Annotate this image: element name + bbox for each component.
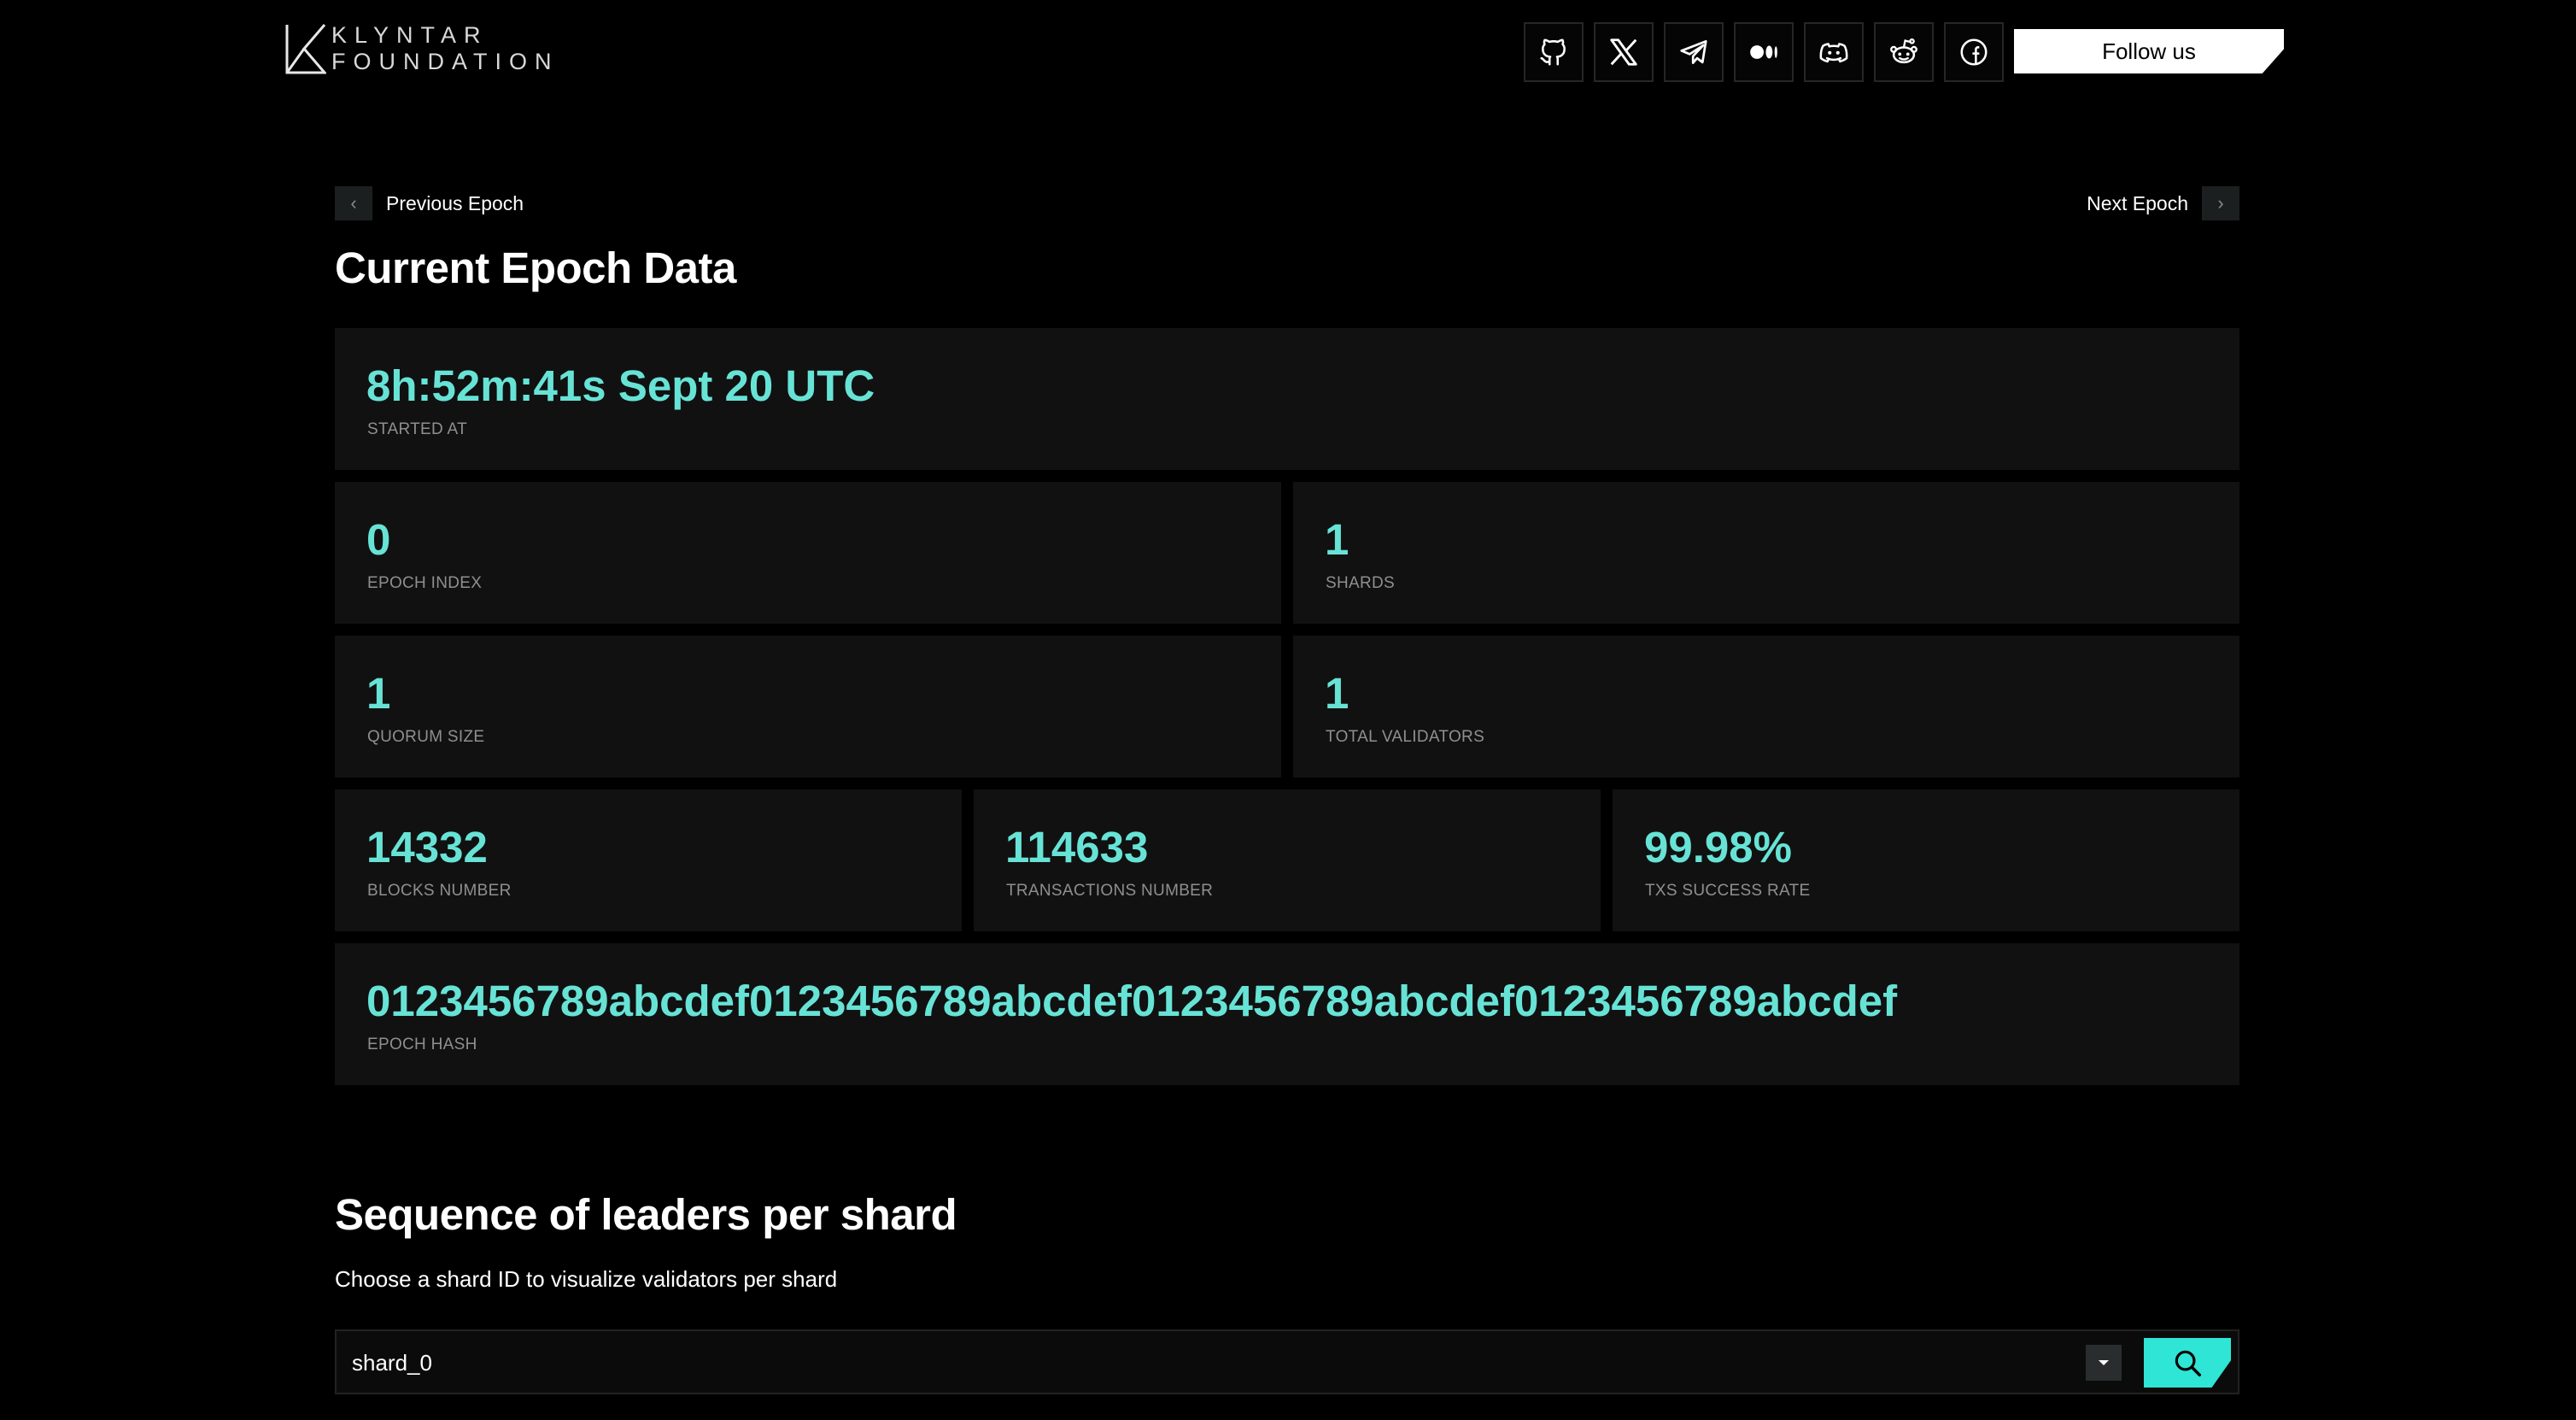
shards-label: SHARDS xyxy=(1326,574,1395,592)
logo-text: KLYNTAR FOUNDATION xyxy=(331,22,559,75)
social-links xyxy=(1524,22,2004,82)
chevron-left-icon: ‹ xyxy=(335,186,372,220)
started-at-card: 8h:52m:41s Sept 20 UTC STARTED AT xyxy=(335,328,2239,470)
search-button[interactable] xyxy=(2144,1338,2231,1388)
previous-epoch-link[interactable]: ‹ Previous Epoch xyxy=(335,186,524,220)
epoch-hash-value: 0123456789abcdef0123456789abcdef01234567… xyxy=(366,977,1898,1025)
transactions-number-label: TRANSACTIONS NUMBER xyxy=(1006,882,1214,900)
txs-success-rate-label: TXS SUCCESS RATE xyxy=(1645,882,1811,900)
started-at-value: 8h:52m:41s Sept 20 UTC xyxy=(366,361,875,410)
shard-select-value: shard_0 xyxy=(352,1350,432,1376)
caret-down-icon xyxy=(2099,1360,2109,1365)
discord-link[interactable] xyxy=(1804,22,1864,82)
search-icon xyxy=(2175,1350,2201,1376)
shards-value: 1 xyxy=(1325,515,1349,564)
shard-select[interactable]: shard_0 xyxy=(335,1329,2239,1394)
blocks-number-value: 14332 xyxy=(366,823,488,871)
sequence-leaders-title: Sequence of leaders per shard xyxy=(335,1190,957,1239)
telegram-link[interactable] xyxy=(1664,22,1724,82)
transactions-number-value: 114633 xyxy=(1005,823,1149,871)
quorum-size-value: 1 xyxy=(366,669,391,718)
transactions-number-card: 114633 TRANSACTIONS NUMBER xyxy=(974,789,1601,931)
current-epoch-title: Current Epoch Data xyxy=(335,244,736,292)
total-validators-card: 1 TOTAL VALIDATORS xyxy=(1293,636,2239,777)
txs-success-rate-value: 99.98% xyxy=(1644,823,1792,871)
logo-line-1: KLYNTAR xyxy=(331,22,489,48)
x-icon xyxy=(1610,38,1637,66)
facebook-icon xyxy=(1960,38,1988,66)
started-at-label: STARTED AT xyxy=(367,420,468,438)
blocks-number-label: BLOCKS NUMBER xyxy=(367,882,512,900)
logo-mark-icon xyxy=(285,23,328,74)
epoch-hash-label: EPOCH HASH xyxy=(367,1036,477,1053)
medium-link[interactable] xyxy=(1734,22,1794,82)
logo-line-2: FOUNDATION xyxy=(331,49,559,74)
facebook-link[interactable] xyxy=(1944,22,2004,82)
txs-success-rate-card: 99.98% TXS SUCCESS RATE xyxy=(1613,789,2239,931)
telegram-icon xyxy=(1680,39,1707,65)
x-link[interactable] xyxy=(1594,22,1654,82)
next-epoch-link[interactable]: Next Epoch › xyxy=(2087,186,2239,220)
previous-epoch-label: Previous Epoch xyxy=(386,191,524,214)
github-icon xyxy=(1540,38,1566,66)
klyntar-logo[interactable]: KLYNTAR FOUNDATION xyxy=(285,22,552,75)
total-validators-label: TOTAL VALIDATORS xyxy=(1326,728,1485,746)
total-validators-value: 1 xyxy=(1325,669,1349,718)
medium-icon xyxy=(1750,45,1777,59)
epoch-index-card: 0 EPOCH INDEX xyxy=(335,482,1281,624)
epoch-hash-card: 0123456789abcdef0123456789abcdef01234567… xyxy=(335,943,2239,1085)
shard-dropdown-button[interactable] xyxy=(2086,1345,2122,1381)
quorum-size-card: 1 QUORUM SIZE xyxy=(335,636,1281,777)
sequence-description: Choose a shard ID to visualize validator… xyxy=(335,1266,838,1292)
epoch-index-label: EPOCH INDEX xyxy=(367,574,483,592)
blocks-number-card: 14332 BLOCKS NUMBER xyxy=(335,789,962,931)
follow-us-button[interactable]: Follow us xyxy=(2014,29,2284,73)
discord-icon xyxy=(1819,43,1848,63)
shards-card: 1 SHARDS xyxy=(1293,482,2239,624)
github-link[interactable] xyxy=(1524,22,1584,82)
chevron-right-icon: › xyxy=(2202,186,2239,220)
reddit-icon xyxy=(1890,38,1917,64)
next-epoch-label: Next Epoch xyxy=(2087,191,2188,214)
epoch-index-value: 0 xyxy=(366,515,391,564)
reddit-link[interactable] xyxy=(1874,22,1934,82)
quorum-size-label: QUORUM SIZE xyxy=(367,728,485,746)
